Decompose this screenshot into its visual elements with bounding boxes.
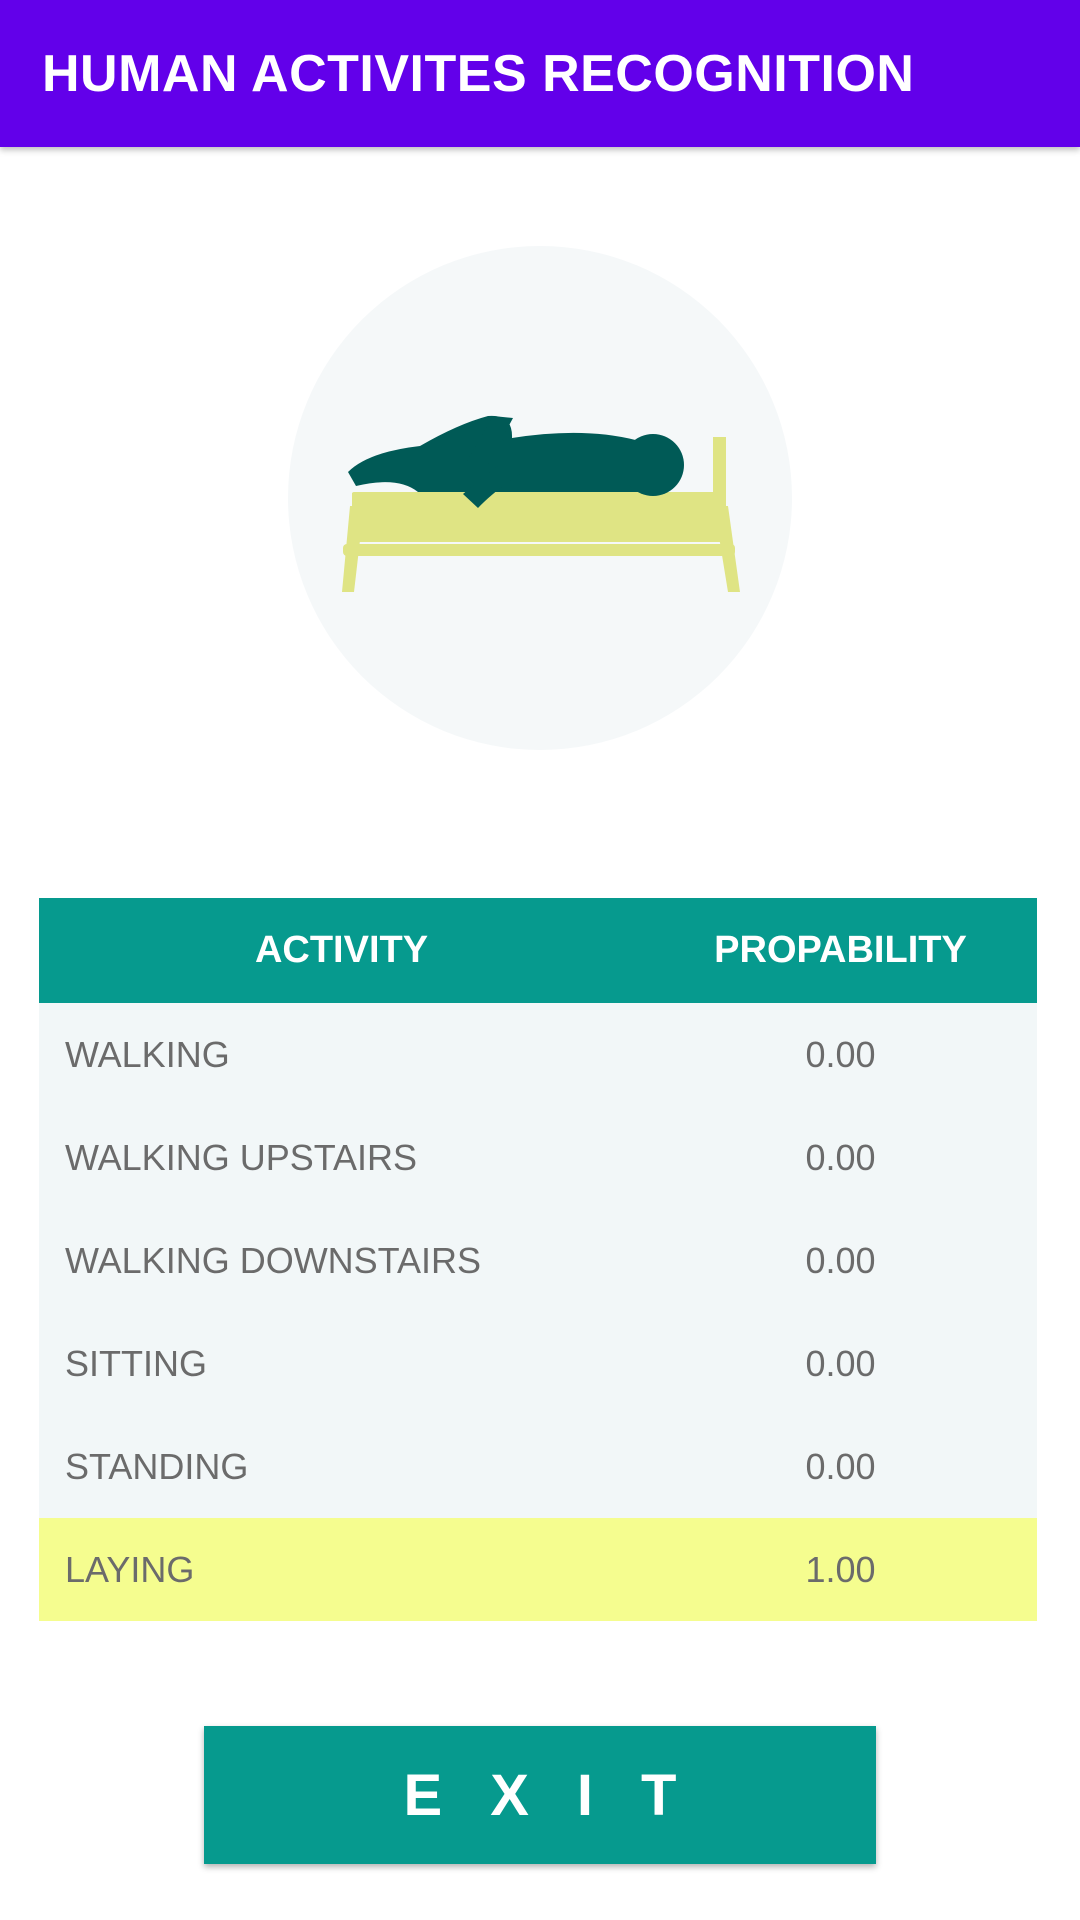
activity-name: LAYING <box>65 1548 195 1590</box>
table-row: WALKING UPSTAIRS 0.00 <box>39 1106 1037 1209</box>
activity-probability: 1.00 <box>805 1548 876 1590</box>
table-row: STANDING 0.00 <box>39 1415 1037 1518</box>
exit-button[interactable]: EXIT <box>204 1726 876 1864</box>
table-row-highlighted: LAYING 1.00 <box>39 1518 1037 1621</box>
table-header: ACTIVITY PROPABILITY <box>39 898 1037 1003</box>
activity-probability: 0.00 <box>805 1033 876 1075</box>
person-laying-on-bed-icon <box>342 415 740 592</box>
table-row: WALKING 0.00 <box>39 1003 1037 1106</box>
activity-probability: 0.00 <box>805 1239 876 1281</box>
activity-name: STANDING <box>65 1445 249 1487</box>
activity-illustration <box>288 246 792 750</box>
activity-probability: 0.00 <box>805 1342 876 1384</box>
table-row: SITTING 0.00 <box>39 1312 1037 1415</box>
activity-probability: 0.00 <box>805 1445 876 1487</box>
column-header-probability: PROPABILITY <box>714 929 967 971</box>
table-row: WALKING DOWNSTAIRS 0.00 <box>39 1209 1037 1312</box>
activity-name: WALKING <box>65 1033 230 1075</box>
app-title: HUMAN ACTIVITES RECOGNITION <box>42 44 915 103</box>
activity-name: WALKING UPSTAIRS <box>65 1136 418 1178</box>
activity-probability-table: ACTIVITY PROPABILITY WALKING 0.00 WALKIN… <box>39 898 1037 1621</box>
activity-probability: 0.00 <box>805 1136 876 1178</box>
column-header-activity: ACTIVITY <box>254 929 429 971</box>
activity-name: WALKING DOWNSTAIRS <box>65 1239 482 1281</box>
app-bar: HUMAN ACTIVITES RECOGNITION <box>0 0 1080 147</box>
activity-name: SITTING <box>65 1342 207 1384</box>
